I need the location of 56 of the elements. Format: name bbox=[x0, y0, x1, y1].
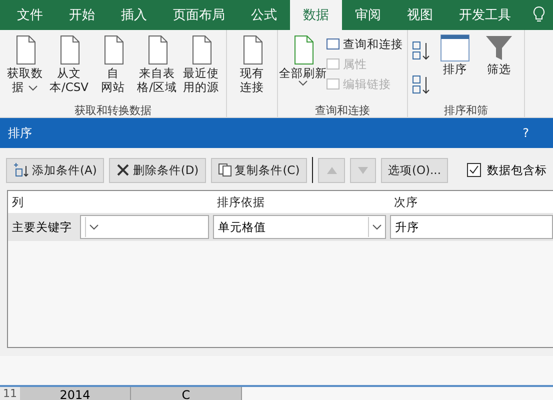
column-header: 次序 bbox=[393, 194, 419, 210]
ribbon-button[interactable]: 筛选 bbox=[478, 32, 520, 103]
ribbon-button[interactable]: 自 网站 bbox=[92, 32, 134, 103]
toolbar-button[interactable]: 复制条件(C) bbox=[210, 158, 307, 182]
table-icon bbox=[326, 38, 340, 50]
ribbon-tab[interactable]: 开发工具 bbox=[446, 0, 524, 30]
help-button[interactable]: ? bbox=[522, 126, 529, 140]
toolbar-button[interactable]: 选项(O)... bbox=[380, 158, 448, 182]
ribbon-button[interactable]: 获取数 据 bbox=[4, 32, 46, 103]
funnel-icon bbox=[484, 34, 514, 62]
chevron-down-icon bbox=[89, 224, 99, 230]
sort-ascending-icon bbox=[412, 40, 432, 62]
table-icon bbox=[326, 78, 340, 90]
sort-table-icon bbox=[440, 34, 470, 62]
ribbon-button[interactable]: 从文 本/CSV bbox=[48, 32, 90, 103]
ribbon-small-button[interactable]: 查询和连接 bbox=[326, 34, 403, 54]
group-label: 排序和筛 bbox=[444, 104, 488, 117]
down-triangle-icon bbox=[358, 166, 368, 174]
up-triangle-icon bbox=[326, 166, 337, 174]
column-dropdown[interactable] bbox=[80, 215, 209, 239]
ribbon-tab[interactable]: 公式 bbox=[238, 0, 290, 30]
header-checkbox[interactable]: 数据包含标 bbox=[466, 162, 547, 178]
ribbon-button[interactable]: 最近使 用的源 bbox=[180, 32, 222, 103]
row-label: 主要关键字 bbox=[11, 220, 73, 234]
ribbon-tab[interactable]: 审阅 bbox=[342, 0, 394, 30]
column-header: 列 bbox=[11, 194, 25, 210]
chevron-down-icon bbox=[298, 80, 308, 86]
check-icon bbox=[468, 165, 479, 175]
copy-icon bbox=[218, 163, 232, 177]
chevron-down-icon bbox=[372, 224, 382, 230]
x-icon bbox=[116, 163, 130, 177]
column-header: 排序依据 bbox=[216, 194, 266, 210]
chevron-down-icon bbox=[28, 85, 38, 91]
ribbon-tab[interactable]: 文件 bbox=[4, 0, 56, 30]
toolbar-button[interactable]: 删除条件(D) bbox=[108, 158, 206, 182]
ribbon-tab[interactable]: 开始 bbox=[56, 0, 108, 30]
ribbon-tab[interactable]: 数据 bbox=[290, 0, 342, 30]
ribbon-button[interactable]: 来自表 格/区域 bbox=[136, 32, 178, 103]
table-cell: C bbox=[131, 387, 242, 400]
dialog-title: 排序 bbox=[8, 124, 32, 142]
sort-descending-icon bbox=[412, 74, 432, 96]
add-sort-icon bbox=[13, 162, 29, 178]
ribbon-tab[interactable]: 视图 bbox=[394, 0, 446, 30]
ribbon-button[interactable]: 排序 bbox=[434, 32, 476, 103]
lightbulb-icon bbox=[532, 6, 546, 24]
order-dropdown[interactable]: 升序 bbox=[390, 215, 553, 239]
group-label: 查询和连接 bbox=[315, 104, 370, 117]
row-number: 11 bbox=[0, 387, 20, 400]
ribbon-tab[interactable]: 页面布局 bbox=[160, 0, 238, 30]
table-icon bbox=[326, 58, 340, 70]
ribbon-tab[interactable]: 插入 bbox=[108, 0, 160, 30]
group-label: 获取和转换数据 bbox=[74, 104, 152, 117]
ribbon-button[interactable]: 现有 连接 bbox=[231, 32, 273, 103]
sort-on-dropdown[interactable]: 单元格值 bbox=[213, 215, 386, 239]
toolbar-button[interactable]: 添加条件(A) bbox=[6, 158, 104, 182]
table-cell: 2014 bbox=[20, 387, 131, 400]
